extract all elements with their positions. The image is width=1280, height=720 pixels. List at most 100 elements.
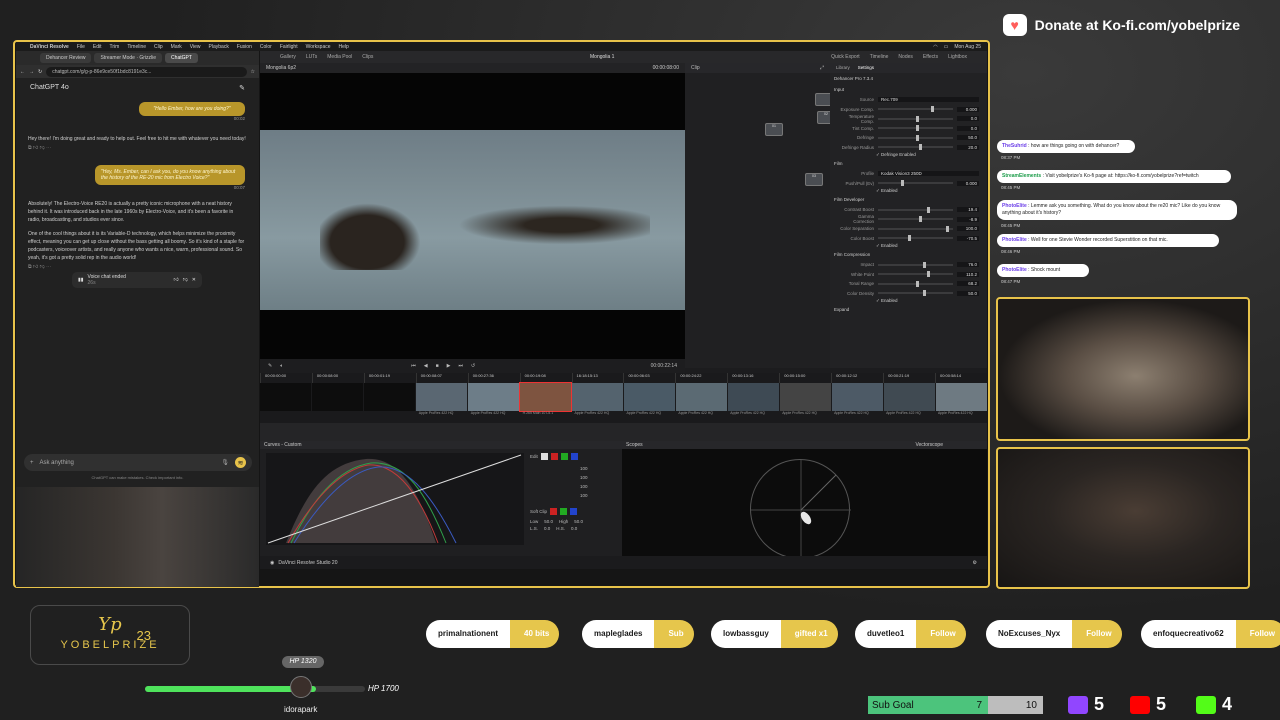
fx-slider[interactable] <box>878 271 953 278</box>
channel-r[interactable] <box>550 453 558 460</box>
soft-clip-value[interactable]: 0.0 <box>571 526 577 531</box>
tab-settings[interactable]: Settings <box>858 65 874 71</box>
toolbar-button[interactable]: Gallery <box>280 54 296 60</box>
fx-slider[interactable] <box>878 134 953 141</box>
channel-b[interactable] <box>570 453 578 460</box>
menu-item[interactable]: Clip <box>154 44 163 50</box>
timeline-name[interactable]: Mongolia 6p2 <box>266 65 296 71</box>
chat-username[interactable]: TheSuhrid <box>1002 143 1027 149</box>
fx-value-field[interactable]: -70.5 <box>957 235 979 241</box>
fx-value-field[interactable]: 0.0 <box>957 125 979 131</box>
toolbar-button[interactable]: Nodes <box>898 54 912 60</box>
intensity-value[interactable]: 100 <box>580 491 620 500</box>
fx-value-field[interactable]: 0.000 <box>957 180 979 186</box>
node-editor[interactable]: Clip ⤢ 01 02 03 <box>685 63 835 368</box>
fx-slider[interactable] <box>878 225 953 232</box>
fx-value-field[interactable]: 19.4 <box>957 207 979 213</box>
fx-value-field[interactable]: 0.000 <box>957 106 979 112</box>
fx-value-field[interactable]: 50.0 <box>957 135 979 141</box>
menu-item[interactable]: File <box>77 44 85 50</box>
menu-item[interactable]: Edit <box>93 44 102 50</box>
fx-slider[interactable] <box>878 280 953 287</box>
menu-item[interactable]: Workspace <box>306 44 331 50</box>
fx-section-header[interactable]: Input <box>830 84 987 95</box>
clip-thumbnail[interactable] <box>519 382 572 412</box>
intensity-value[interactable]: 100 <box>580 464 620 473</box>
voice-mode-button[interactable]: ≋ <box>235 457 246 468</box>
channel-y[interactable] <box>540 453 548 460</box>
chat-username[interactable]: PhotoElite <box>1002 203 1027 209</box>
fx-slider[interactable] <box>878 216 953 223</box>
battery-icon[interactable]: ▭ <box>944 44 949 50</box>
soft-clip-value[interactable]: 50.0 <box>544 519 553 524</box>
fx-value-field[interactable]: 110.2 <box>957 271 979 277</box>
channel-g[interactable] <box>560 453 568 460</box>
skip-end-icon[interactable]: ⏭ <box>458 363 463 369</box>
fx-dropdown[interactable]: Kodak Vision3 250D <box>878 171 979 177</box>
fx-section-header[interactable]: Film Developer <box>830 194 987 205</box>
node[interactable]: 03 <box>805 173 823 186</box>
chat-username[interactable]: StreamElements <box>1002 173 1041 179</box>
menu-item[interactable]: Mark <box>171 44 182 50</box>
copy-icon[interactable]: ⧉ <box>28 264 32 270</box>
toolbar-button[interactable]: Timeline <box>870 54 889 60</box>
menu-item[interactable]: Playback <box>209 44 229 50</box>
clip-thumbnail[interactable] <box>416 383 467 411</box>
thumbs-up-icon[interactable]: 👍︎ <box>33 145 38 151</box>
clip-selector[interactable]: Clip <box>691 65 700 71</box>
clip-thumbnail[interactable] <box>624 383 675 411</box>
wifi-icon[interactable]: ◠ <box>933 44 937 50</box>
stop-icon[interactable]: ■ <box>436 363 439 369</box>
fx-slider[interactable] <box>878 261 953 268</box>
fx-section-header[interactable]: Expand <box>830 304 987 315</box>
back-icon[interactable]: ← <box>20 69 25 75</box>
loop-icon[interactable]: ↺ <box>471 363 475 369</box>
clip-thumbnail[interactable] <box>780 383 831 411</box>
toolbar-button[interactable]: Effects <box>923 54 938 60</box>
menu-item[interactable]: Fusion <box>237 44 252 50</box>
toolbar-button[interactable]: Media Pool <box>327 54 352 60</box>
clip-thumbnail[interactable] <box>364 383 415 411</box>
fx-slider[interactable] <box>878 125 953 132</box>
fx-value-field[interactable]: 20.0 <box>957 144 979 150</box>
chat-input[interactable]: + Ask anything 🎙︎ ≋ <box>24 454 252 471</box>
toolbar-button[interactable]: Lightbox <box>948 54 967 60</box>
toolbar-button[interactable]: Clips <box>362 54 373 60</box>
menu-item[interactable]: Trim <box>110 44 120 50</box>
clip-thumbnail[interactable] <box>676 383 727 411</box>
thumbs-up-icon[interactable]: 👍︎ <box>33 264 38 270</box>
forward-icon[interactable]: → <box>29 69 34 75</box>
intensity-value[interactable]: 100 <box>580 482 620 491</box>
zoom-icon[interactable]: ⤢ <box>820 65 824 71</box>
star-icon[interactable]: ☆ <box>251 69 255 75</box>
clip-thumbnail[interactable] <box>312 383 363 411</box>
plus-icon[interactable]: + <box>30 460 34 466</box>
close-icon[interactable]: ✕ <box>192 277 196 283</box>
fx-slider[interactable] <box>878 235 953 242</box>
tab-library[interactable]: Library <box>836 65 850 71</box>
pen-icon[interactable]: ✎ <box>268 363 272 369</box>
fx-slider[interactable] <box>878 115 953 122</box>
channel-g[interactable] <box>560 508 568 515</box>
fx-value-field[interactable]: 50.0 <box>957 290 979 296</box>
fx-slider[interactable] <box>878 180 953 187</box>
fx-value-field[interactable]: 76.0 <box>957 262 979 268</box>
skip-start-icon[interactable]: ⏮ <box>411 363 416 369</box>
browser-tab[interactable]: Streamer Mode · Grizzlie <box>94 53 163 63</box>
menu-item[interactable]: Help <box>339 44 349 50</box>
curve-editor[interactable] <box>266 453 524 545</box>
soft-clip-value[interactable]: 50.0 <box>574 519 583 524</box>
soft-clip-value[interactable]: 0.0 <box>544 526 550 531</box>
chat-username[interactable]: PhotoElite <box>1002 237 1027 243</box>
play-icon[interactable]: ▶ <box>447 363 451 369</box>
reload-icon[interactable]: ↻ <box>38 69 42 75</box>
menu-item[interactable]: Timeline <box>127 44 146 50</box>
menu-item[interactable]: View <box>190 44 201 50</box>
step-back-icon[interactable]: ◀ <box>424 363 428 369</box>
fx-slider[interactable] <box>878 290 953 297</box>
clip-thumbnail[interactable] <box>260 383 311 411</box>
chat-username[interactable]: PhotoElite <box>1002 267 1027 273</box>
settings-icon[interactable]: ⚙ <box>973 560 977 566</box>
thumbs-up-icon[interactable]: 👍︎ <box>173 277 178 283</box>
fx-dropdown[interactable]: Rec.709 <box>878 97 979 103</box>
